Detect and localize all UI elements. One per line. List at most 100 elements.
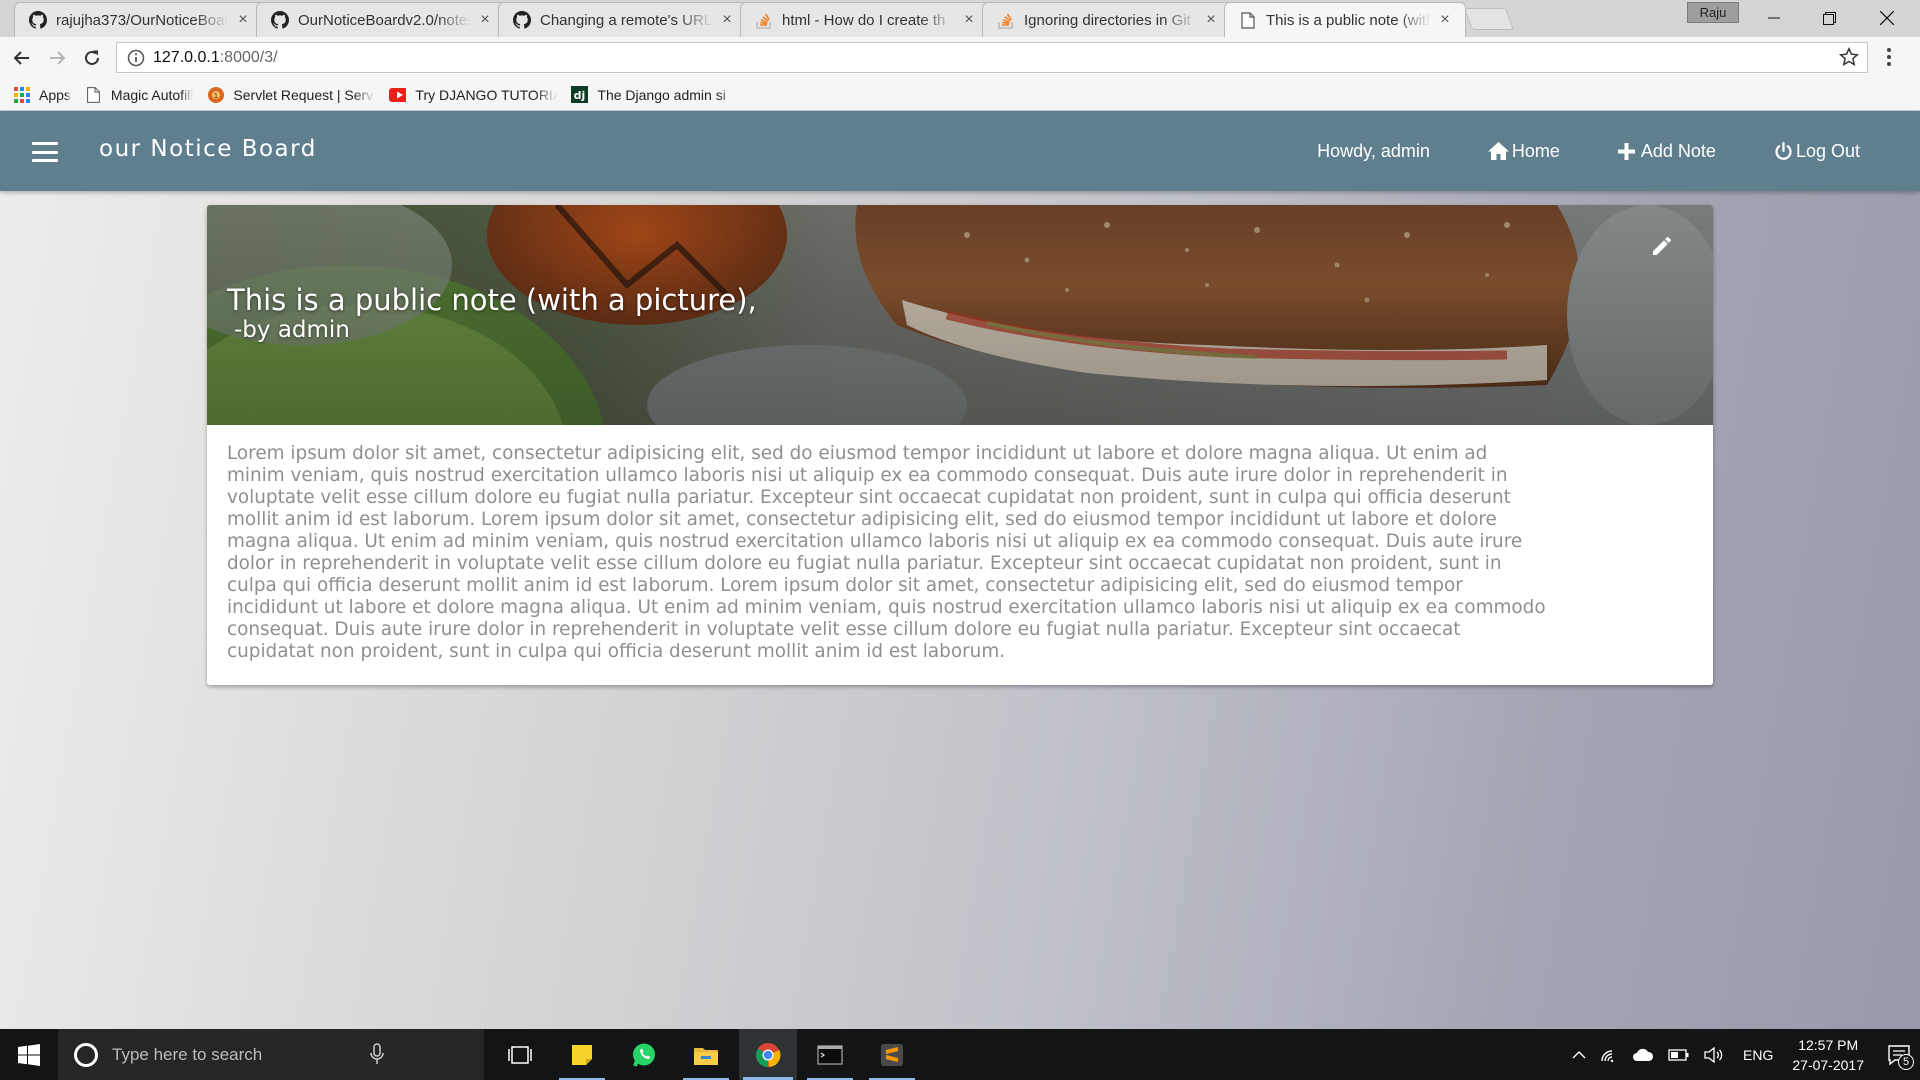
bookmark-label: Servlet Request | Serv: [233, 86, 374, 103]
bookmark-star-icon[interactable]: [1838, 47, 1860, 72]
info-icon[interactable]: [127, 49, 145, 67]
terminal-icon[interactable]: [801, 1029, 859, 1080]
volume-icon[interactable]: [1704, 1046, 1724, 1063]
nav-logout-label: Log Out: [1795, 140, 1860, 161]
whatsapp-icon[interactable]: [615, 1029, 673, 1080]
browser-tab[interactable]: Changing a remote's URL ×: [498, 2, 748, 37]
close-tab-icon[interactable]: ×: [961, 12, 977, 28]
restore-icon[interactable]: [1800, 0, 1858, 36]
servlet-icon: 1: [207, 86, 225, 103]
github-icon: [271, 11, 289, 29]
close-tab-icon[interactable]: ×: [719, 12, 735, 28]
bookmark-apps[interactable]: Apps: [13, 86, 71, 103]
chrome-icon[interactable]: [739, 1029, 797, 1080]
browser-toolbar: 127.0.0.1:8000/3/: [0, 37, 1920, 79]
windows-start-icon[interactable]: [0, 1029, 58, 1080]
microphone-icon[interactable]: [370, 1043, 384, 1070]
bookmarks-bar: Apps Magic Autofill 1 Servlet Request | …: [0, 79, 1920, 111]
nav-logout-link[interactable]: Log Out: [1774, 141, 1860, 162]
note-card: This is a public note (with a picture), …: [207, 205, 1713, 685]
clock-date: 27-07-2017: [1792, 1056, 1864, 1073]
page-icon: [1239, 11, 1257, 29]
profile-button[interactable]: Raju: [1687, 2, 1739, 23]
back-arrow-icon[interactable]: [9, 45, 35, 71]
apps-grid-icon: [13, 86, 30, 103]
plus-icon: [1617, 142, 1635, 160]
close-tab-icon[interactable]: ×: [1437, 12, 1453, 28]
browser-tab-active[interactable]: This is a public note (with ×: [1224, 2, 1466, 37]
file-explorer-icon[interactable]: [677, 1029, 735, 1080]
note-title: This is a public note (with a picture),: [227, 283, 757, 317]
hamburger-menu-icon[interactable]: [32, 142, 58, 162]
github-icon: [29, 11, 47, 29]
url-text: 127.0.0.1:8000/3/: [153, 49, 278, 67]
svg-text:1: 1: [214, 92, 218, 100]
tab-title: rajujha373/OurNoticeBoard: [56, 11, 229, 29]
bookmark-label: The Django admin si: [597, 86, 726, 103]
tab-title: html - How do I create th: [782, 11, 946, 29]
browser-tab[interactable]: rajujha373/OurNoticeBoard ×: [14, 2, 264, 37]
nav-add-note-link[interactable]: Add Note: [1617, 140, 1716, 162]
github-icon: [513, 11, 531, 29]
chrome-menu-icon[interactable]: [1886, 47, 1892, 72]
edit-pencil-icon[interactable]: [1647, 231, 1677, 261]
page-icon: [85, 86, 102, 103]
browser-tab[interactable]: Ignoring directories in Git ×: [982, 2, 1232, 37]
power-icon: [1775, 141, 1792, 160]
taskbar-search-box[interactable]: Type here to search: [58, 1029, 484, 1080]
windows-taskbar: Type here to search ENG 12:57 PM 27-07-2…: [0, 1029, 1920, 1080]
bookmark-label: Magic Autofill: [110, 86, 194, 103]
home-icon: [1487, 142, 1509, 160]
task-view-icon[interactable]: [491, 1029, 549, 1080]
sublime-text-icon[interactable]: [863, 1029, 921, 1080]
action-center-icon[interactable]: 5: [1878, 1029, 1920, 1080]
notification-count-badge: 5: [1898, 1054, 1914, 1070]
system-tray: ENG 12:57 PM 27-07-2017 5: [1565, 1029, 1920, 1080]
nav-home-link[interactable]: Home: [1487, 140, 1560, 162]
stackoverflow-icon: [755, 11, 773, 29]
wifi-icon[interactable]: [1600, 1047, 1618, 1063]
bookmark-django-tutorial[interactable]: Try DJANGO TUTORIA: [389, 86, 557, 103]
bookmark-label: Apps: [39, 86, 71, 103]
close-window-icon[interactable]: [1858, 0, 1916, 36]
input-language[interactable]: ENG: [1743, 1047, 1773, 1063]
reload-icon[interactable]: [79, 45, 105, 71]
battery-icon[interactable]: [1668, 1048, 1690, 1061]
minimize-icon[interactable]: [1745, 0, 1803, 36]
note-picture: This is a public note (with a picture), …: [207, 205, 1713, 425]
nav-add-note-label: Add Note: [1640, 140, 1716, 161]
bookmark-label: Try DJANGO TUTORIA: [415, 86, 558, 103]
navbar-right: Howdy, admin Home Add Note Log Out: [1259, 111, 1860, 191]
show-hidden-icons-chevron-icon[interactable]: [1572, 1050, 1586, 1060]
bookmark-magic-autofill[interactable]: Magic Autofill: [85, 86, 193, 103]
browser-tab[interactable]: OurNoticeBoardv2.0/notes ×: [256, 2, 506, 37]
taskbar-clock[interactable]: 12:57 PM 27-07-2017: [1792, 1035, 1864, 1075]
onedrive-cloud-icon[interactable]: [1632, 1048, 1654, 1062]
browser-tab-strip: rajujha373/OurNoticeBoard × OurNoticeBoa…: [0, 0, 1920, 37]
bookmark-django-admin[interactable]: dj The Django admin si: [571, 86, 739, 103]
close-tab-icon[interactable]: ×: [1203, 12, 1219, 28]
tab-title: Ignoring directories in Git: [1024, 11, 1191, 29]
page-content: our Notice Board Howdy, admin Home Add N…: [0, 111, 1920, 1029]
clock-time: 12:57 PM: [1798, 1036, 1859, 1053]
sticky-notes-icon[interactable]: [553, 1029, 611, 1080]
browser-tab[interactable]: html - How do I create th ×: [740, 2, 990, 37]
nav-home-label: Home: [1511, 140, 1560, 161]
youtube-icon: [389, 86, 407, 103]
new-tab-button[interactable]: [1463, 8, 1515, 30]
tab-title: OurNoticeBoardv2.0/notes: [298, 11, 471, 29]
bookmark-servlet-request[interactable]: 1 Servlet Request | Serv: [207, 86, 375, 103]
greeting-text: Howdy, admin: [1317, 140, 1430, 161]
url-host: 127.0.0.1: [153, 48, 220, 66]
django-icon: dj: [571, 86, 589, 103]
note-byline: -by admin: [234, 317, 350, 343]
note-body: Lorem ipsum dolor sit amet, consectetur …: [227, 443, 1546, 662]
tab-title: Changing a remote's URL: [540, 11, 713, 29]
close-tab-icon[interactable]: ×: [235, 12, 251, 28]
stackoverflow-icon: [997, 11, 1015, 29]
brand-logo[interactable]: our Notice Board: [99, 136, 317, 162]
close-tab-icon[interactable]: ×: [477, 12, 493, 28]
tab-title: This is a public note (with: [1266, 11, 1431, 29]
address-bar[interactable]: 127.0.0.1:8000/3/: [116, 42, 1868, 73]
forward-arrow-icon[interactable]: [44, 45, 70, 71]
